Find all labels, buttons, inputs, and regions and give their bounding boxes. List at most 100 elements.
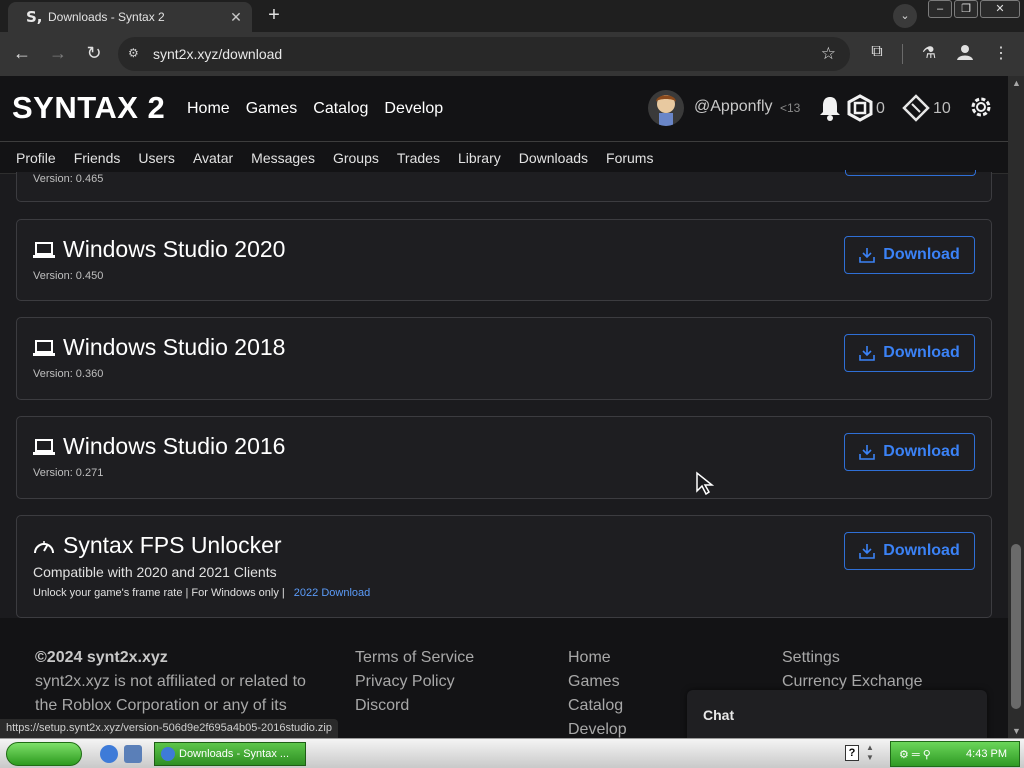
download-button[interactable]: Download bbox=[844, 532, 975, 570]
os-taskbar: Downloads - Syntax ... ? ▲ ▼ ⚙ ═ ⚲ 4:43 P… bbox=[0, 738, 1024, 768]
main-nav: Home Games Catalog Develop bbox=[187, 100, 459, 118]
footer-link-home[interactable]: Home bbox=[568, 646, 627, 670]
subnav-downloads[interactable]: Downloads bbox=[519, 150, 588, 166]
taskbar-window-button[interactable]: Downloads - Syntax ... bbox=[154, 742, 306, 766]
download-icon bbox=[859, 346, 876, 361]
start-button[interactable] bbox=[6, 742, 82, 766]
download-button[interactable]: Download bbox=[844, 236, 975, 274]
browser-tab[interactable]: S, Downloads - Syntax 2 ✕ bbox=[8, 2, 252, 32]
card-version: Version: 0.271 bbox=[33, 467, 104, 479]
close-window-icon[interactable]: ✕ bbox=[980, 0, 1020, 18]
quick-launch-icon[interactable] bbox=[124, 745, 142, 763]
nav-games[interactable]: Games bbox=[246, 100, 298, 118]
link-status-bar: https://setup.synt2x.xyz/version-506d9e2… bbox=[0, 719, 338, 738]
settings-gear-icon[interactable] bbox=[968, 94, 994, 120]
url-text[interactable]: synt2x.xyz/download bbox=[153, 46, 282, 62]
site-logo[interactable]: SYNTAX 2 bbox=[12, 90, 165, 126]
nav-catalog[interactable]: Catalog bbox=[313, 100, 368, 118]
system-tray: ⚙ ═ ⚲ 4:43 PM bbox=[890, 741, 1020, 767]
card-version: Version: 0.465 bbox=[33, 173, 104, 185]
download-card: Windows Studio 2016 Version: 0.271 Downl… bbox=[16, 416, 992, 499]
subnav-forums[interactable]: Forums bbox=[606, 150, 653, 166]
download-card: Windows Studio 2018 Version: 0.360 Downl… bbox=[16, 317, 992, 400]
chat-widget[interactable]: Chat bbox=[687, 690, 987, 738]
card-version: Version: 0.360 bbox=[33, 368, 104, 380]
close-tab-icon[interactable]: ✕ bbox=[224, 9, 248, 26]
currency-count: 0 bbox=[876, 100, 885, 117]
forward-arrow-icon[interactable]: → bbox=[46, 42, 70, 66]
browser-window-icon bbox=[161, 747, 175, 761]
scroll-down-arrow-icon[interactable]: ▼ bbox=[1012, 726, 1021, 736]
chat-label: Chat bbox=[703, 707, 735, 723]
fps-description: Unlock your game's frame rate | For Wind… bbox=[33, 587, 370, 599]
toolbar-divider bbox=[902, 44, 903, 64]
extensions-puzzle-icon[interactable]: ⧉ bbox=[866, 43, 888, 65]
account-age-label: <13 bbox=[780, 101, 801, 115]
footer-link-discord[interactable]: Discord bbox=[355, 694, 474, 718]
subnav-messages[interactable]: Messages bbox=[251, 150, 315, 166]
footer-about: ©2024 synt2x.xyz synt2x.xyz is not affil… bbox=[35, 646, 306, 718]
subnav-friends[interactable]: Friends bbox=[74, 150, 121, 166]
screen: S, Downloads - Syntax 2 ✕ + ⌄ – ❐ ✕ ← → … bbox=[0, 0, 1024, 768]
site-info-icon[interactable]: ⚙ bbox=[128, 46, 144, 62]
minimize-window-icon[interactable]: – bbox=[928, 0, 952, 18]
subnav-profile[interactable]: Profile bbox=[16, 150, 56, 166]
card-title-text: Windows Studio 2020 bbox=[63, 236, 286, 262]
address-bar[interactable]: ⚙ synt2x.xyz/download ☆ bbox=[118, 37, 850, 71]
new-tab-icon[interactable]: + bbox=[262, 4, 286, 28]
scroll-thumb[interactable] bbox=[1011, 544, 1021, 709]
card-title: Syntax FPS Unlocker bbox=[33, 532, 282, 559]
card-title: Windows Studio 2016 bbox=[33, 433, 285, 460]
download-icon bbox=[859, 445, 876, 460]
footer-disclaimer-line: synt2x.xyz is not affiliated or related … bbox=[35, 673, 306, 690]
download-button[interactable]: Download bbox=[844, 334, 975, 372]
tray-arrows-icon[interactable]: ▲ ▼ bbox=[866, 743, 874, 763]
fps-2022-download-link[interactable]: 2022 Download bbox=[294, 587, 370, 599]
footer-legal-links: Terms of Service Privacy Policy Discord bbox=[355, 646, 474, 718]
footer-link-terms[interactable]: Terms of Service bbox=[355, 646, 474, 670]
ticket-icon[interactable] bbox=[902, 94, 930, 122]
footer-link-catalog[interactable]: Catalog bbox=[568, 694, 627, 718]
reload-icon[interactable]: ↻ bbox=[82, 42, 106, 66]
browser-menu-icon[interactable]: ⋮ bbox=[990, 43, 1012, 65]
download-card-partial: Version: 0.465 bbox=[16, 172, 992, 202]
tray-status-icons[interactable]: ⚙ ═ ⚲ bbox=[899, 748, 931, 761]
help-icon[interactable]: ? bbox=[845, 745, 859, 761]
page-scrollbar[interactable]: ▲ ▼ bbox=[1008, 76, 1024, 738]
download-icon bbox=[859, 248, 876, 263]
card-title-text: Syntax FPS Unlocker bbox=[63, 532, 282, 558]
tab-search-chevron-icon[interactable]: ⌄ bbox=[893, 4, 917, 28]
footer-link-develop[interactable]: Develop bbox=[568, 718, 627, 738]
nav-home[interactable]: Home bbox=[187, 100, 230, 118]
back-arrow-icon[interactable]: ← bbox=[10, 42, 34, 66]
card-title: Windows Studio 2018 bbox=[33, 334, 285, 361]
site-header: SYNTAX 2 Home Games Catalog Develop @App… bbox=[0, 76, 1008, 142]
subnav-trades[interactable]: Trades bbox=[397, 150, 440, 166]
subnav-avatar[interactable]: Avatar bbox=[193, 150, 233, 166]
footer-link-settings[interactable]: Settings bbox=[782, 646, 923, 670]
subnav-groups[interactable]: Groups bbox=[333, 150, 379, 166]
notification-bell-icon[interactable] bbox=[818, 94, 842, 122]
site-favicon-icon: S, bbox=[26, 8, 43, 26]
labs-flask-icon[interactable]: ⚗ bbox=[918, 43, 940, 65]
fps-description-text: Unlock your game's frame rate | For Wind… bbox=[33, 587, 285, 599]
clock[interactable]: 4:43 PM bbox=[966, 748, 1007, 760]
profile-person-icon[interactable] bbox=[954, 43, 976, 65]
scroll-up-arrow-icon[interactable]: ▲ bbox=[1012, 78, 1021, 88]
currency-hexagon-icon[interactable] bbox=[846, 94, 874, 122]
footer-link-privacy[interactable]: Privacy Policy bbox=[355, 670, 474, 694]
card-version: Version: 0.450 bbox=[33, 270, 104, 282]
nav-develop[interactable]: Develop bbox=[384, 100, 443, 118]
internet-explorer-icon[interactable] bbox=[100, 745, 118, 763]
download-button-label: Download bbox=[883, 443, 960, 460]
download-button-partial[interactable] bbox=[845, 170, 976, 176]
subnav-users[interactable]: Users bbox=[138, 150, 175, 166]
download-button[interactable]: Download bbox=[844, 433, 975, 471]
browser-tab-strip: S, Downloads - Syntax 2 ✕ + ⌄ – ❐ ✕ bbox=[0, 0, 1024, 32]
footer-link-games[interactable]: Games bbox=[568, 670, 627, 694]
avatar[interactable] bbox=[648, 90, 684, 126]
restore-window-icon[interactable]: ❐ bbox=[954, 0, 978, 18]
subnav-library[interactable]: Library bbox=[458, 150, 501, 166]
bookmark-star-icon[interactable]: ☆ bbox=[821, 44, 836, 64]
username[interactable]: @Apponfly bbox=[694, 98, 773, 116]
